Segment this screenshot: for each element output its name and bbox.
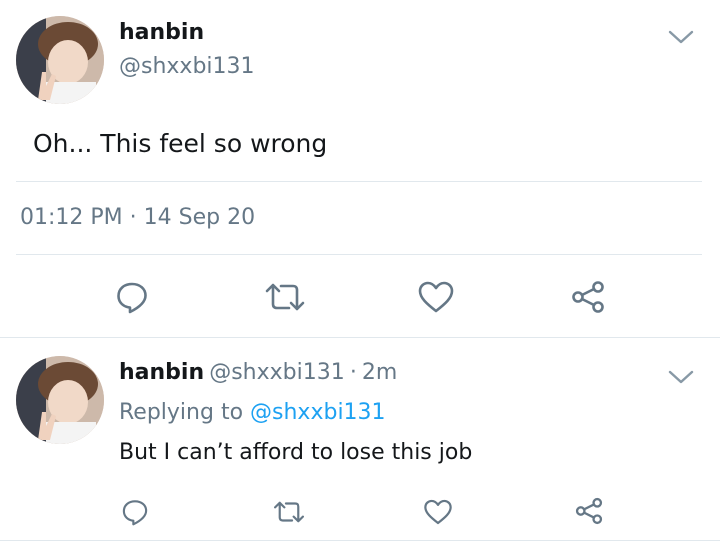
like-icon [424, 499, 452, 525]
reply-author-avatar[interactable] [16, 356, 104, 444]
meta-separator: · [129, 205, 137, 230]
retweet-button[interactable] [270, 498, 308, 526]
reply-button[interactable] [119, 496, 151, 528]
like-icon [418, 281, 454, 313]
divider [16, 254, 702, 255]
tweet-options-chevron-icon[interactable] [668, 29, 694, 49]
reply-author-name[interactable]: hanbin [119, 360, 204, 385]
share-icon [575, 497, 603, 525]
like-button[interactable] [416, 279, 456, 315]
tweet-date: 14 Sep 20 [143, 205, 256, 230]
share-button[interactable] [569, 279, 607, 315]
reply-age: 2m [361, 360, 398, 385]
tweet-author-name[interactable]: hanbin [119, 20, 204, 45]
tweet-author-handle[interactable]: @shxxbi131 [119, 54, 255, 79]
retweet-button[interactable] [262, 280, 308, 314]
share-button[interactable] [573, 496, 605, 526]
reply-text: But I can’t afford to lose this job [119, 440, 473, 465]
replying-to-label: Replying to [119, 400, 244, 425]
tweet-time: 01:12 PM [20, 205, 123, 230]
reply-icon [122, 500, 148, 526]
share-icon [572, 281, 604, 313]
divider [0, 337, 720, 338]
retweet-icon [265, 283, 305, 311]
replying-to-handle-link[interactable]: @shxxbi131 [250, 400, 386, 425]
reply-icon [117, 282, 147, 314]
divider [0, 540, 720, 541]
tweet-text: Oh... This feel so wrong [33, 129, 328, 158]
reply-button[interactable] [113, 278, 151, 316]
divider [16, 181, 702, 182]
tweet-timestamp: 01:12 PM · 14 Sep 20 [20, 205, 255, 230]
replying-to: Replying to @shxxbi131 [119, 400, 386, 425]
retweet-icon [274, 501, 304, 523]
meta-separator: · [349, 360, 357, 385]
reply-author-handle[interactable]: @shxxbi131 [209, 360, 345, 385]
tweet-author-avatar[interactable] [16, 16, 104, 104]
reply-header: hanbin @shxxbi131 · 2m [119, 360, 397, 385]
like-button[interactable] [422, 497, 454, 527]
reply-options-chevron-icon[interactable] [668, 369, 694, 389]
